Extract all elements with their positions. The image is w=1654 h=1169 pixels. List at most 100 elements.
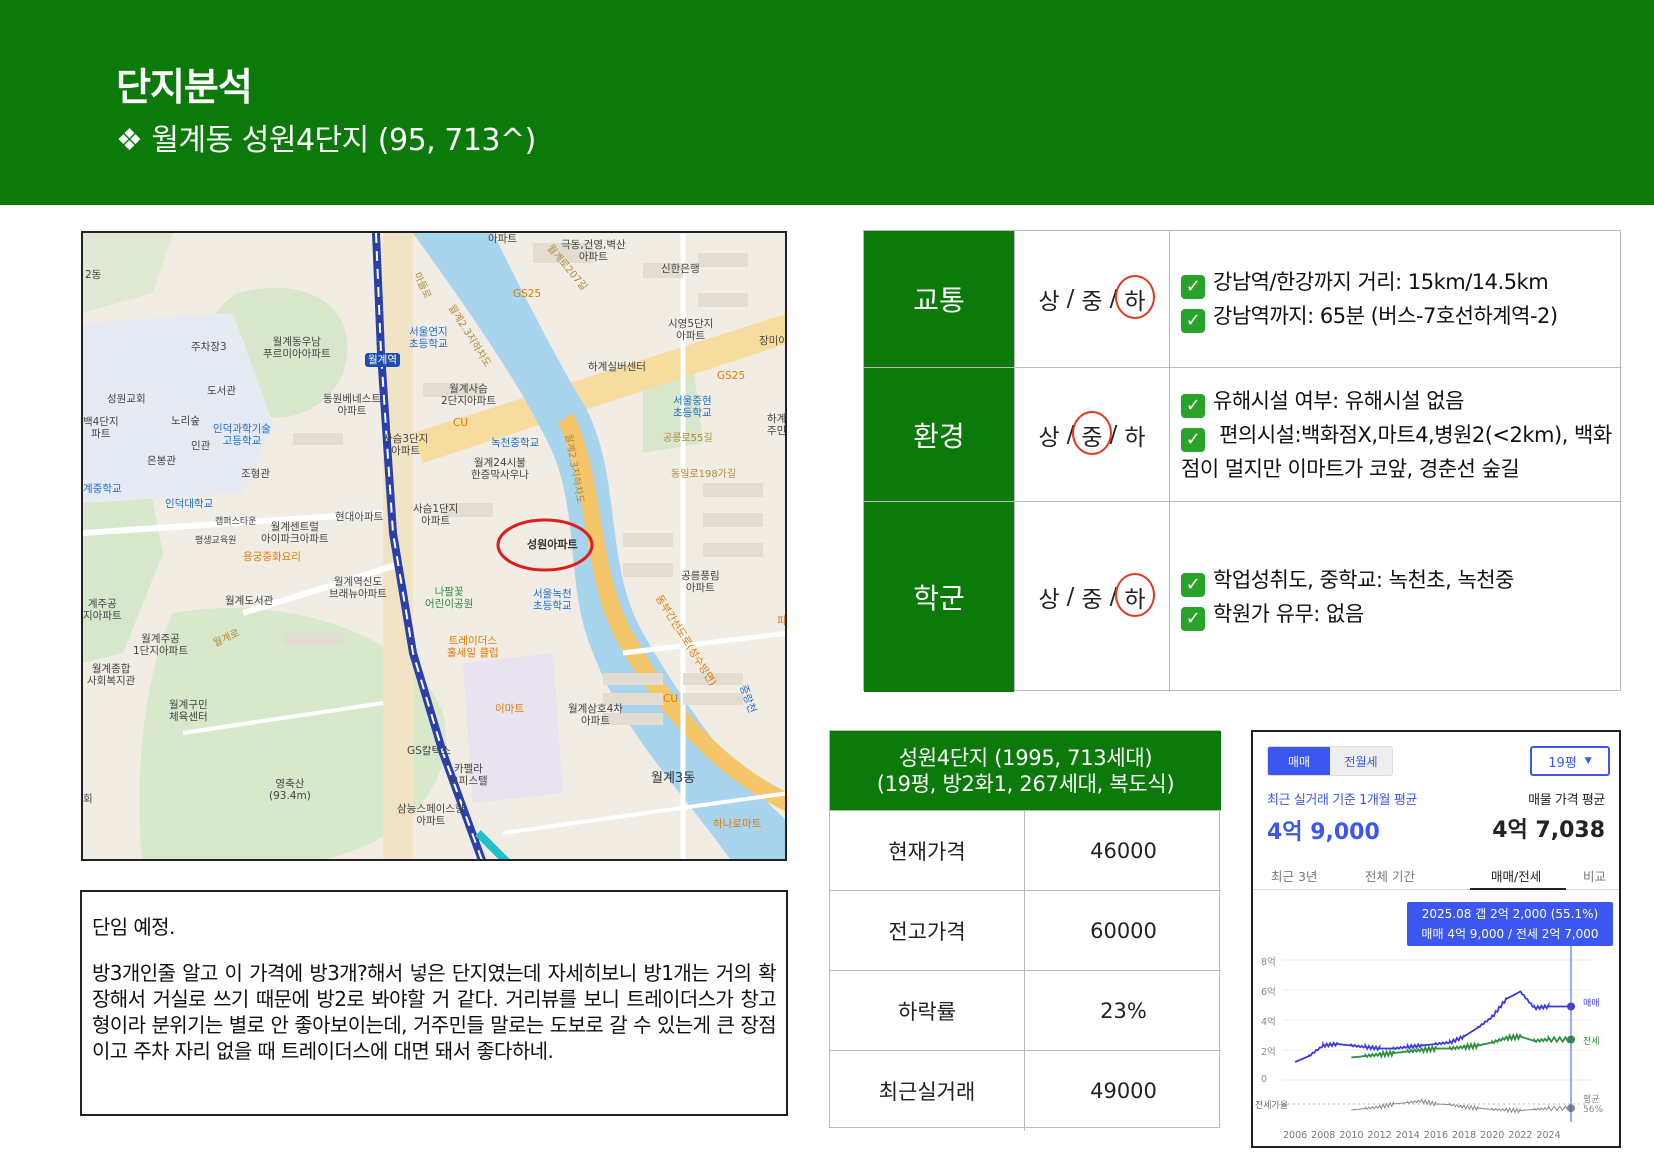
analysis-row: 환경 상 / 중 / 하 ✓ 유해시설 여부: 유해시설 없음 ✓ 편의시설:백화점X,마트4,… (864, 368, 1622, 502)
grade-selected: 하 (1115, 275, 1156, 319)
map-label: 백4단지 파트 (83, 416, 119, 440)
map-label: 하계실버센터 (588, 361, 646, 373)
map-label: 영축산 (93.4m) (269, 778, 311, 802)
map-label-selected-complex[interactable]: 성원아파트 (527, 539, 578, 551)
analysis-detail-line: ✓ 강남역/한강까지 거리: 15km/14.5km (1181, 265, 1614, 299)
map-label: 하계 주민 (767, 413, 787, 437)
map-label: 녹천중학교 (491, 437, 540, 449)
y-tick-label: 8억 (1261, 957, 1276, 968)
price-row: 하락률 23% (830, 970, 1221, 1051)
map-label: 삼능스페이스향 아파트 (397, 803, 465, 827)
x-tick-label: 2024 (1536, 1130, 1561, 1141)
tooltip-line1: 2025.08 갭 2억 2,000 (55.1%) (1421, 907, 1599, 921)
grade-separator: / (1066, 584, 1075, 610)
grade-selected: 하 (1115, 573, 1156, 617)
analysis-row: 학군 상 / 중 / 하 ✓ 학업성취도, 중학교: 녹천초, 녹천중 ✓ 학원가 유무: 없음 (864, 502, 1622, 692)
price-row: 현재가격 46000 (830, 810, 1221, 891)
memo-paragraph: 방3개인줄 알고 이 가격에 방3개?해서 넣은 단지였는데 자세히보니 방1개… (92, 961, 777, 1063)
tooltip-line2: 매매 4억 9,000 / 전세 2억 7,000 (1421, 927, 1599, 941)
grade-option: 상 (1038, 289, 1060, 315)
map-label: 월계사슴 2단지아파트 (441, 383, 496, 407)
map-label: 도서관 (207, 385, 236, 397)
analysis-details: ✓ 강남역/한강까지 거리: 15km/14.5km ✓ 강남역까지: 65분 (버스… (1171, 231, 1622, 367)
grade-option: 하 (1124, 424, 1146, 451)
map-label: 월계24시불 한증막사우나 (471, 457, 529, 481)
analysis-grade: 상 / 중 / 하 (1014, 502, 1170, 692)
analysis-category: 학군 (864, 502, 1014, 692)
header-banner: 단지분석 ❖ 월계동 성원4단지 (95, 713^) (0, 0, 1654, 205)
x-tick-label: 2006 (1283, 1130, 1308, 1141)
check-icon: ✓ (1181, 427, 1205, 452)
map-label: GS25 (513, 288, 542, 300)
legend-sale: 매매 (1583, 999, 1600, 1009)
map-label: 조형관 (241, 468, 270, 480)
map-label: 공릉로55길 (663, 433, 713, 444)
map-label: 시영5단지 아파트 (668, 318, 714, 342)
map-label: 파 (777, 615, 787, 627)
analysis-detail-text: 강남역까지: 65분 (버스-7호선하계역-2) (1213, 304, 1558, 328)
analysis-detail-text: 학원가 유무: 없음 (1213, 602, 1364, 626)
map-label: 현대아파트 (335, 511, 384, 523)
map-label: 공릉풍림 아파트 (681, 570, 720, 594)
analysis-category: 교통 (864, 231, 1014, 367)
map-label: 월계삼호4차 아파트 (568, 703, 623, 727)
map-label: 동일로198가길 (671, 469, 737, 480)
check-icon: ✓ (1181, 393, 1205, 418)
map-label: 2동 (85, 269, 102, 281)
grade-option: 중 (1081, 587, 1103, 613)
price-value: 60000 (1090, 919, 1157, 943)
map-label: 서울연지 초등학교 (409, 326, 448, 350)
x-tick-label: 2008 (1311, 1130, 1336, 1141)
grade-option: 상 (1038, 424, 1060, 451)
page-subtitle: ❖ 월계동 성원4단지 (95, 713^) (116, 123, 536, 158)
check-icon: ✓ (1181, 607, 1205, 631)
map-label-station: 월계역 (365, 353, 400, 367)
map-label: 나팔꽃 어린이공원 (425, 586, 474, 610)
map-label: 성원교회 (107, 393, 146, 405)
analysis-detail-line: ✓ 학업성취도, 중학교: 녹천초, 녹천중 (1181, 563, 1614, 597)
x-tick-label: 2018 (1451, 1130, 1477, 1141)
map-label: 월계구민 체육센터 (169, 699, 208, 723)
legend-ratio-end: 평균 56% (1583, 1095, 1604, 1115)
analysis-detail-text: 편의시설:백화점X,마트4,병원2(<2km), 백화점이 멀지만 이마트가 코… (1181, 422, 1612, 481)
check-icon: ✓ (1181, 573, 1205, 597)
price-header-line1: 성원4단지 (1995, 713세대) (898, 746, 1153, 770)
map-label: 장미아 (759, 335, 787, 347)
location-map[interactable]: 2동 아파트 극동,건영,벽산 아파트 신한은행 GS25 주차장3 월계동우남… (81, 231, 787, 861)
map-label: 트레이더스 홀세일 클럽 (447, 635, 499, 659)
check-icon: ✓ (1181, 275, 1205, 299)
price-label: 하락률 (830, 971, 1025, 1051)
analysis-detail-text: 유해시설 여부: 유해시설 없음 (1213, 388, 1464, 413)
x-tick-label: 2016 (1423, 1130, 1448, 1141)
grade-separator: / (1066, 286, 1075, 312)
map-label: 계주공 지아파트 (83, 598, 122, 622)
memo-line: 단임 예정. (92, 915, 175, 939)
map-label: 극동,건영,벽산 아파트 (561, 239, 626, 263)
price-value: 23% (1100, 999, 1147, 1023)
analysis-row: 교통 상 / 중 / 하 ✓ 강남역/한강까지 거리: 15km/14.5km ✓ 강남역까지: … (864, 231, 1622, 368)
map-label: 서울녹천 초등학교 (533, 588, 572, 612)
map-label: CU (663, 693, 679, 705)
map-label: 카펠라 오피스텔 (449, 763, 488, 787)
analysis-detail-line: ✓ 학원가 유무: 없음 (1181, 597, 1614, 631)
memo-box: 단임 예정. 방3개인줄 알고 이 가격에 방3개?해서 넣은 단지였는데 자세… (80, 890, 788, 1116)
analysis-detail-text: 학업성취도, 중학교: 녹천초, 녹천중 (1213, 568, 1514, 592)
price-row: 전고가격 60000 (830, 890, 1221, 971)
map-label: 신한은행 (661, 263, 700, 275)
price-label: 최근실거래 (830, 1051, 1025, 1131)
map-label: 월계주공 1단지아파트 (133, 633, 188, 657)
analysis-table: 교통 상 / 중 / 하 ✓ 강남역/한강까지 거리: 15km/14.5km ✓ 강남역까지: … (863, 230, 1622, 692)
map-label: 서울중현 초등학교 (673, 395, 712, 419)
map-label: 아파트 (488, 233, 517, 245)
price-header-line2: (19평, 방2화1, 267세대, 복도식) (876, 772, 1175, 796)
price-label: 현재가격 (830, 811, 1025, 891)
y-tick-label: 0 (1261, 1074, 1268, 1085)
map-label: 주차장3 (191, 341, 227, 353)
map-label: 월계역신도 브래뉴아파트 (329, 576, 387, 600)
map-label: 인관 (191, 440, 211, 452)
map-label: 하나로마트 (713, 818, 762, 830)
grade-option: 상 (1038, 587, 1060, 613)
y-tick-label: 2억 (1261, 1047, 1276, 1058)
legend-jeonse: 전세 (1583, 1037, 1600, 1047)
map-label: GS칼텍스 (407, 745, 451, 757)
